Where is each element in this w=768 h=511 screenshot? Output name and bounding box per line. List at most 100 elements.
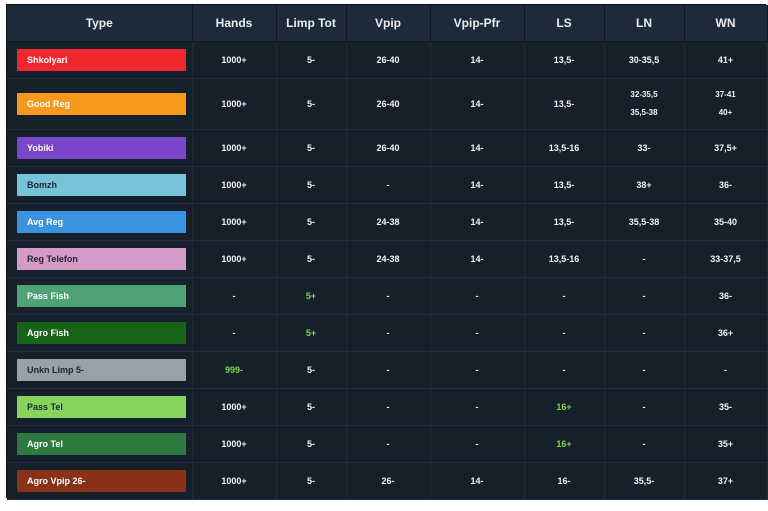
type-cell: Yobiki xyxy=(7,129,193,167)
table-row: Agro Tel 1000+ 5- - - 16+ - 35+ xyxy=(7,425,768,463)
type-cell: Agro Vpip 26- xyxy=(7,462,193,500)
ls-cell: 16- xyxy=(524,462,605,500)
type-chip[interactable]: Good Reg xyxy=(17,93,186,115)
limp-cell: 5+ xyxy=(276,314,347,352)
limp-cell: 5- xyxy=(276,462,347,500)
wn-cell: 37+ xyxy=(684,462,768,500)
wn-cell: 36+ xyxy=(684,314,768,352)
limp-cell: 5- xyxy=(276,203,347,241)
vpip-pfr-cell: 14- xyxy=(430,166,525,204)
vpip-pfr-cell: 14- xyxy=(430,203,525,241)
ls-cell: 13,5- xyxy=(524,41,605,79)
vpip-cell: - xyxy=(346,166,431,204)
limp-cell: 5- xyxy=(276,351,347,389)
type-cell: Pass Fish xyxy=(7,277,193,315)
wn-cell: 33-37,5 xyxy=(684,240,768,278)
vpip-cell: 26- xyxy=(346,462,431,500)
type-chip[interactable]: Agro Fish xyxy=(17,322,186,344)
type-chip[interactable]: Bomzh xyxy=(17,174,186,196)
hands-cell: - xyxy=(192,277,277,315)
table-row: Reg Telefon 1000+ 5- 24-38 14- 13,5-16 -… xyxy=(7,240,768,278)
type-chip[interactable]: Unkn Limp 5- xyxy=(17,359,186,381)
type-cell: Agro Tel xyxy=(7,425,193,463)
ln-cell: 33- xyxy=(604,129,685,167)
wn-cell: - xyxy=(684,351,768,389)
header-ln[interactable]: LN xyxy=(604,5,685,42)
type-cell: Bomzh xyxy=(7,166,193,204)
header-limp-tot[interactable]: Limp Tot xyxy=(276,5,347,42)
type-cell: Unkn Limp 5- xyxy=(7,351,193,389)
table-row: Pass Fish - 5+ - - - - 36- xyxy=(7,277,768,315)
hands-cell: 1000+ xyxy=(192,462,277,500)
type-chip[interactable]: Reg Telefon xyxy=(17,248,186,270)
ls-cell: 13,5- xyxy=(524,78,605,130)
table-row: Pass Tel 1000+ 5- - - 16+ - 35- xyxy=(7,388,768,426)
ln-cell: - xyxy=(604,314,685,352)
type-chip[interactable]: Avg Reg xyxy=(17,211,186,233)
ls-cell: 13,5-16 xyxy=(524,240,605,278)
type-chip[interactable]: Shkolyari xyxy=(17,49,186,71)
ln-cell: - xyxy=(604,388,685,426)
vpip-pfr-cell: 14- xyxy=(430,240,525,278)
wn-value-1: 37-41 xyxy=(715,90,736,99)
vpip-cell: - xyxy=(346,388,431,426)
wn-cell: 35-40 xyxy=(684,203,768,241)
wn-cell: 37,5+ xyxy=(684,129,768,167)
ls-cell: 16+ xyxy=(524,388,605,426)
type-chip[interactable]: Agro Vpip 26- xyxy=(17,470,186,492)
table-row: Yobiki 1000+ 5- 26-40 14- 13,5-16 33- 37… xyxy=(7,129,768,167)
hands-cell: 1000+ xyxy=(192,41,277,79)
vpip-cell: - xyxy=(346,425,431,463)
ln-cell: 35,5- xyxy=(604,462,685,500)
table-row: Unkn Limp 5- 999- 5- - - - - - xyxy=(7,351,768,389)
ls-cell: 13,5- xyxy=(524,166,605,204)
vpip-cell: 24-38 xyxy=(346,203,431,241)
ls-cell: - xyxy=(524,277,605,315)
ln-cell: - xyxy=(604,240,685,278)
ln-value-2: 35,5-38 xyxy=(630,108,658,117)
header-type[interactable]: Type xyxy=(7,5,193,42)
ln-cell: 30-35,5 xyxy=(604,41,685,79)
hands-cell: 1000+ xyxy=(192,78,277,130)
ls-cell: - xyxy=(524,351,605,389)
ls-cell: 16+ xyxy=(524,425,605,463)
header-ls[interactable]: LS xyxy=(524,5,605,42)
vpip-cell: 26-40 xyxy=(346,78,431,130)
type-chip[interactable]: Pass Tel xyxy=(17,396,186,418)
type-cell: Avg Reg xyxy=(7,203,193,241)
type-chip[interactable]: Agro Tel xyxy=(17,433,186,455)
table-row: Good Reg 1000+ 5- 26-40 14- 13,5- 32-35,… xyxy=(7,78,768,130)
table-row: Bomzh 1000+ 5- - 14- 13,5- 38+ 36- xyxy=(7,166,768,204)
vpip-cell: 26-40 xyxy=(346,41,431,79)
wn-cell: 37-41 40+ xyxy=(684,78,768,130)
hands-cell: 1000+ xyxy=(192,240,277,278)
vpip-cell: - xyxy=(346,277,431,315)
type-chip[interactable]: Yobiki xyxy=(17,137,186,159)
player-types-table-frame: Type Hands Limp Tot Vpip Vpip-Pfr LS LN … xyxy=(6,4,768,500)
hands-cell: 1000+ xyxy=(192,166,277,204)
vpip-pfr-cell: 14- xyxy=(430,129,525,167)
header-hands[interactable]: Hands xyxy=(192,5,277,42)
type-chip[interactable]: Pass Fish xyxy=(17,285,186,307)
vpip-cell: 24-38 xyxy=(346,240,431,278)
table-row: Agro Fish - 5+ - - - - 36+ xyxy=(7,314,768,352)
vpip-pfr-cell: 14- xyxy=(430,41,525,79)
vpip-pfr-cell: 14- xyxy=(430,78,525,130)
vpip-pfr-cell: - xyxy=(430,277,525,315)
wn-cell: 36- xyxy=(684,166,768,204)
ln-cell: - xyxy=(604,351,685,389)
header-vpip[interactable]: Vpip xyxy=(346,5,431,42)
wn-value-2: 40+ xyxy=(718,108,733,117)
limp-cell: 5- xyxy=(276,166,347,204)
player-types-table: Type Hands Limp Tot Vpip Vpip-Pfr LS LN … xyxy=(7,5,768,500)
ln-value-1: 32-35,5 xyxy=(630,90,658,99)
hands-cell: 1000+ xyxy=(192,203,277,241)
limp-cell: 5- xyxy=(276,425,347,463)
ln-cell: 38+ xyxy=(604,166,685,204)
header-wn[interactable]: WN xyxy=(684,5,768,42)
type-cell: Shkolyari xyxy=(7,41,193,79)
type-cell: Reg Telefon xyxy=(7,240,193,278)
limp-cell: 5- xyxy=(276,78,347,130)
header-vpip-pfr[interactable]: Vpip-Pfr xyxy=(430,5,525,42)
ln-cell: 35,5-38 xyxy=(604,203,685,241)
